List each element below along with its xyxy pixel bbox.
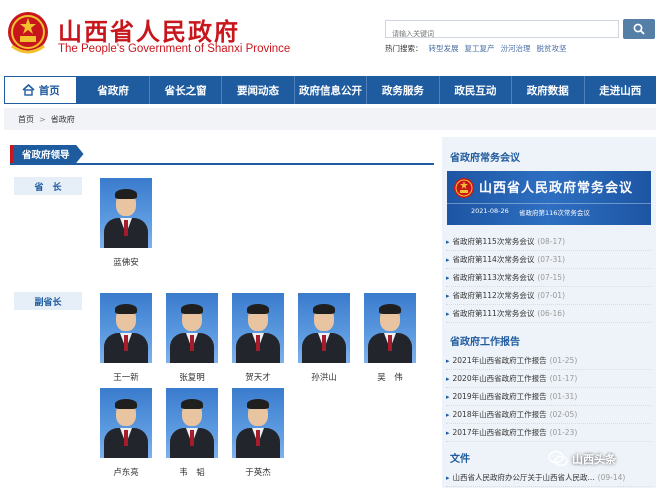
list-item[interactable]: ▸ 山西省人民政府办公厅关于山西省人民政... (09-14) [446,469,652,487]
list-item[interactable]: ▸ 2017年山西省政府工作报告 (01-23) [446,424,652,442]
leader-photo[interactable] [232,293,284,363]
site-title[interactable]: 山西省人民政府 [58,12,240,47]
leader-name[interactable]: 韦 韬 [166,466,218,478]
nav-item-label: 首页 [38,84,60,97]
list-item[interactable]: ▸ 2020年山西省政府工作报告 (01-17) [446,370,652,388]
meetings-title[interactable]: 省政府常务会议 [450,149,520,164]
search-input[interactable] [386,26,618,42]
list-item[interactable]: ▸ 2018年山西省政府工作报告 (02-05) [446,406,652,424]
governor-label: 省 长 [14,177,82,195]
hot-searches: 热门搜索： 转型发展 复工复产 汾河治理 脱贫攻坚 [385,43,567,54]
nav-item-governor-window[interactable]: 省长之窗 [150,76,223,104]
list-item[interactable]: ▸ 2021年山西省政府工作报告 (01-25) [446,352,652,370]
list-item[interactable]: ▸ 省政府第111次常务会议 (06-16) [446,305,652,323]
site-header: 山西省人民政府 The People's Government of Shanx… [0,0,660,76]
leader-photo[interactable] [100,293,152,363]
hot-search-link[interactable]: 汾河治理 [501,43,531,54]
national-emblem-icon [454,178,474,198]
banner-subtitle: 省政府第116次常务会议 [519,209,590,217]
nav-item-news[interactable]: 要闻动态 [222,76,295,104]
site-subtitle: The People's Government of Shanxi Provin… [58,43,291,55]
leader-name[interactable]: 张复明 [166,371,218,383]
leader-name[interactable]: 卢东亮 [100,466,152,478]
search-field[interactable] [385,20,619,42]
vice-governor-label: 副省长 [14,292,82,310]
nav-item-data[interactable]: 政府数据 [512,76,585,104]
meeting-banner[interactable]: 山西省人民政府常务会议 2021-08-26 省政府第116次常务会议 [447,171,651,225]
national-emblem-icon [8,12,48,54]
hot-search-label: 热门搜索： [385,44,423,53]
banner-title: 山西省人民政府常务会议 [479,181,634,196]
leader-card[interactable]: 贺天才 [232,293,284,383]
leader-photo[interactable] [166,388,218,458]
leader-card[interactable]: 韦 韬 [166,388,218,478]
sidebar: 省政府常务会议 山西省人民政府常务会议 2021-08-26 省政府第116次常… [442,137,656,488]
leader-photo[interactable] [166,293,218,363]
list-item[interactable]: ▸ 省政府第113次常务会议 (07-15) [446,269,652,287]
nav-item-about-shanxi[interactable]: 走进山西 [585,76,656,104]
wechat-icon [548,450,568,467]
section-title: 省政府领导 [10,145,84,163]
breadcrumb: 首页 > 省政府 [4,108,656,130]
hot-search-link[interactable]: 复工复产 [465,43,495,54]
search-icon [633,23,645,35]
breadcrumb-separator: > [39,114,46,124]
meeting-list: ▸ 省政府第115次常务会议 (08-17) ▸ 省政府第114次常务会议 (07-31… [446,233,652,323]
leader-name[interactable]: 贺天才 [232,371,284,383]
leader-photo[interactable] [232,388,284,458]
list-item[interactable]: ▸ 省政府第112次常务会议 (07-01) [446,287,652,305]
main-nav: 首页 省政府 省长之窗 要闻动态 政府信息公开 政务服务 政民互动 政府数据 走… [4,76,656,104]
breadcrumb-current[interactable]: 省政府 [51,114,75,125]
leader-photo[interactable] [364,293,416,363]
nav-item-government[interactable]: 省政府 [77,76,150,104]
watermark: 山西头条 [548,448,616,470]
reports-title[interactable]: 省政府工作报告 [450,333,520,348]
leader-card[interactable]: 吴 伟 [364,293,416,383]
list-item[interactable]: ▸ 2019年山西省政府工作报告 (01-31) [446,388,652,406]
section-header: 省政府领导 [10,145,434,165]
nav-item-services[interactable]: 政务服务 [367,76,440,104]
leader-card[interactable]: 孙洪山 [298,293,350,383]
nav-item-home[interactable]: 首页 [4,76,78,104]
hot-search-link[interactable]: 脱贫攻坚 [537,43,567,54]
breadcrumb-home[interactable]: 首页 [18,114,34,125]
list-item[interactable]: ▸ 省政府第114次常务会议 (07-31) [446,251,652,269]
home-icon [22,84,35,96]
docs-list: ▸ 山西省人民政府办公厅关于山西省人民政... (09-14) [446,469,652,487]
leader-card[interactable]: 王一新 [100,293,152,383]
leader-name[interactable]: 孙洪山 [298,371,350,383]
leader-name[interactable]: 于英杰 [232,466,284,478]
banner-date: 2021-08-26 [471,207,509,215]
hot-search-link[interactable]: 转型发展 [429,43,459,54]
list-item[interactable]: ▸ 省政府第115次常务会议 (08-17) [446,233,652,251]
docs-title[interactable]: 文件 [450,450,470,465]
leader-name[interactable]: 吴 伟 [364,371,416,383]
watermark-text: 山西头条 [572,453,616,466]
leader-card[interactable]: 蓝佛安 [100,178,152,268]
leader-card[interactable]: 张复明 [166,293,218,383]
leader-card[interactable]: 卢东亮 [100,388,152,478]
nav-item-info-disclosure[interactable]: 政府信息公开 [295,76,368,104]
leader-photo[interactable] [298,293,350,363]
search-button[interactable] [623,19,655,39]
leader-card[interactable]: 于英杰 [232,388,284,478]
nav-item-interaction[interactable]: 政民互动 [440,76,513,104]
leader-photo[interactable] [100,178,152,248]
leader-photo[interactable] [100,388,152,458]
leader-name[interactable]: 蓝佛安 [100,256,152,268]
leader-name[interactable]: 王一新 [100,371,152,383]
report-list: ▸ 2021年山西省政府工作报告 (01-25) ▸ 2020年山西省政府工作报告 (0… [446,352,652,442]
